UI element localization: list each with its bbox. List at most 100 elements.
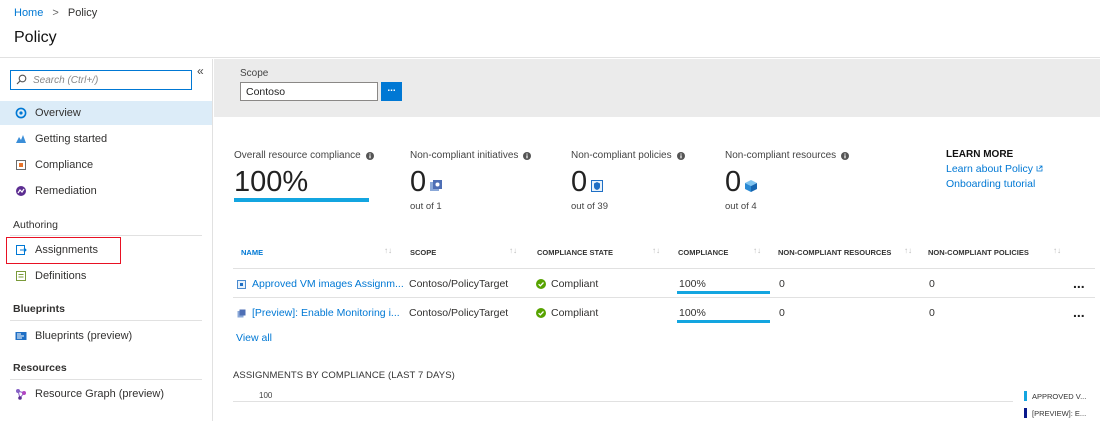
policy-icon: [591, 180, 604, 192]
stat-label: Non-compliant policies: [571, 150, 672, 161]
scope-bar: Scope Contoso ...: [214, 59, 1100, 117]
column-header-compliance-state[interactable]: COMPLIANCE STATE: [537, 248, 613, 257]
sidebar-item-label: Compliance: [35, 159, 94, 171]
breadcrumb-separator: >: [52, 7, 59, 19]
sort-icon[interactable]: ↑↓: [1053, 246, 1061, 255]
sidebar-item-label: Getting started: [35, 133, 108, 145]
overall-compliance-bar: [234, 198, 369, 202]
overall-compliance-value: 100%: [234, 166, 309, 198]
column-header-noncompliant-resources[interactable]: NON-COMPLIANT RESOURCES: [778, 248, 891, 257]
chart-legend-item[interactable]: [PREVIEW]: E...: [1024, 408, 1086, 418]
sidebar-item-definitions[interactable]: Definitions: [0, 264, 212, 288]
noncompliant-resources-stat: Non-compliant resources 0 out of 4: [725, 150, 850, 212]
sidebar-group-authoring: Authoring: [13, 219, 58, 231]
stat-value: 0: [410, 166, 427, 198]
info-icon[interactable]: [676, 151, 685, 160]
stat-out-of: out of 1: [410, 201, 442, 212]
column-header-scope[interactable]: SCOPE: [410, 248, 436, 257]
view-all-link[interactable]: View all: [236, 332, 272, 344]
group-divider: [10, 235, 202, 236]
resource-graph-icon: [16, 389, 26, 400]
page-title: Policy: [14, 29, 57, 46]
sidebar-item-compliance[interactable]: Compliance: [0, 153, 212, 177]
sort-icon[interactable]: ↑↓: [753, 246, 761, 255]
check-circle-icon: [536, 308, 546, 318]
sort-icon[interactable]: ↑↓: [509, 246, 517, 255]
sidebar-item-getting-started[interactable]: Getting started: [0, 127, 212, 151]
y-tick-label: 100: [259, 391, 273, 400]
scope-cell: Contoso/PolicyTarget: [409, 278, 509, 290]
table-row[interactable]: Approved VM images Assignm... Contoso/Po…: [233, 268, 1095, 297]
compliance-state: Compliant: [551, 278, 599, 290]
sidebar-item-blueprints[interactable]: Blueprints (preview): [0, 324, 212, 348]
chart-gridline: [233, 401, 1013, 402]
blueprints-icon: [15, 332, 27, 340]
compliance-cell: 100%: [679, 278, 706, 290]
breadcrumb-home-link[interactable]: Home: [14, 7, 43, 19]
collapse-sidebar-button[interactable]: «: [197, 64, 204, 78]
group-divider: [10, 320, 202, 321]
compliance-bar: [677, 291, 770, 294]
legend-label: APPROVED V...: [1032, 391, 1087, 401]
overall-compliance-bar-fill: [234, 198, 369, 202]
chart-legend-item[interactable]: APPROVED V...: [1024, 391, 1086, 401]
stat-out-of: out of 4: [725, 201, 757, 212]
row-more-button[interactable]: ...: [1073, 275, 1085, 291]
legend-swatch: [1024, 408, 1027, 418]
compliance-bar: [677, 320, 770, 323]
sidebar-search: [10, 70, 192, 90]
policy-assignment-icon: [237, 279, 246, 289]
info-icon[interactable]: [365, 151, 374, 160]
row-more-button[interactable]: ...: [1073, 304, 1085, 320]
compliance-cell: 100%: [679, 307, 706, 319]
learn-about-policy-link[interactable]: Learn about Policy: [946, 163, 1043, 175]
noncompliant-resources-cell: 0: [779, 307, 785, 319]
sidebar-group-resources: Resources: [13, 362, 67, 374]
compliance-state: Compliant: [551, 307, 599, 319]
legend-label: [PREVIEW]: E...: [1032, 408, 1087, 418]
scope-input[interactable]: Contoso: [240, 82, 378, 101]
breadcrumb-current: Policy: [67, 7, 98, 19]
sidebar-item-overview[interactable]: Overview: [0, 101, 212, 125]
sort-icon[interactable]: ↑↓: [904, 246, 912, 255]
noncompliant-policies-cell: 0: [929, 307, 935, 319]
learn-more-title: LEARN MORE: [946, 149, 1014, 160]
sidebar-item-label: Resource Graph (preview): [35, 388, 164, 400]
initiative-icon: [430, 180, 443, 191]
onboarding-tutorial-link[interactable]: Onboarding tutorial: [946, 178, 1043, 190]
stat-label: Overall resource compliance: [234, 150, 361, 161]
column-header-compliance[interactable]: COMPLIANCE: [678, 248, 728, 257]
noncompliant-policies-cell: 0: [929, 278, 935, 290]
sidebar-item-remediation[interactable]: Remediation: [0, 179, 212, 203]
sidebar-item-label: Blueprints (preview): [35, 330, 133, 342]
check-circle-icon: [536, 279, 546, 289]
search-input[interactable]: [33, 73, 187, 87]
stat-label: Non-compliant resources: [725, 150, 837, 161]
assignment-name-link[interactable]: [Preview]: Enable Monitoring i...: [237, 307, 400, 319]
sidebar-group-blueprints: Blueprints: [13, 303, 65, 315]
assignment-name: Approved VM images Assignm...: [252, 278, 404, 290]
noncompliant-initiatives-stat: Non-compliant initiatives 0 out of 1: [410, 150, 532, 212]
scope-picker-button[interactable]: ...: [381, 82, 402, 101]
initiative-assignment-icon: [237, 309, 246, 317]
compliance-state-cell: Compliant: [536, 307, 598, 319]
sidebar-item-label: Remediation: [35, 185, 97, 197]
sidebar-item-resource-graph[interactable]: Resource Graph (preview): [0, 382, 212, 406]
definitions-icon: [16, 271, 26, 281]
column-header-name[interactable]: NAME: [241, 248, 263, 257]
compliance-icon: [16, 160, 26, 170]
assignment-name-link[interactable]: Approved VM images Assignm...: [237, 278, 404, 290]
chart-title: ASSIGNMENTS BY COMPLIANCE (LAST 7 DAYS): [233, 370, 455, 381]
sort-icon[interactable]: ↑↓: [384, 246, 392, 255]
link-label: Learn about Policy: [946, 163, 1033, 175]
table-row[interactable]: [Preview]: Enable Monitoring i... Contos…: [233, 297, 1095, 326]
breadcrumb: Home > Policy: [14, 7, 97, 19]
info-icon[interactable]: [841, 151, 850, 160]
assignments-highlight-box: [6, 237, 121, 264]
column-header-noncompliant-policies[interactable]: NON-COMPLIANT POLICIES: [928, 248, 1029, 257]
info-icon[interactable]: [523, 151, 532, 160]
stat-value: 0: [571, 166, 588, 198]
sort-icon[interactable]: ↑↓: [652, 246, 660, 255]
scope-cell: Contoso/PolicyTarget: [409, 307, 509, 319]
page-header: Home > Policy Policy: [0, 0, 1100, 58]
